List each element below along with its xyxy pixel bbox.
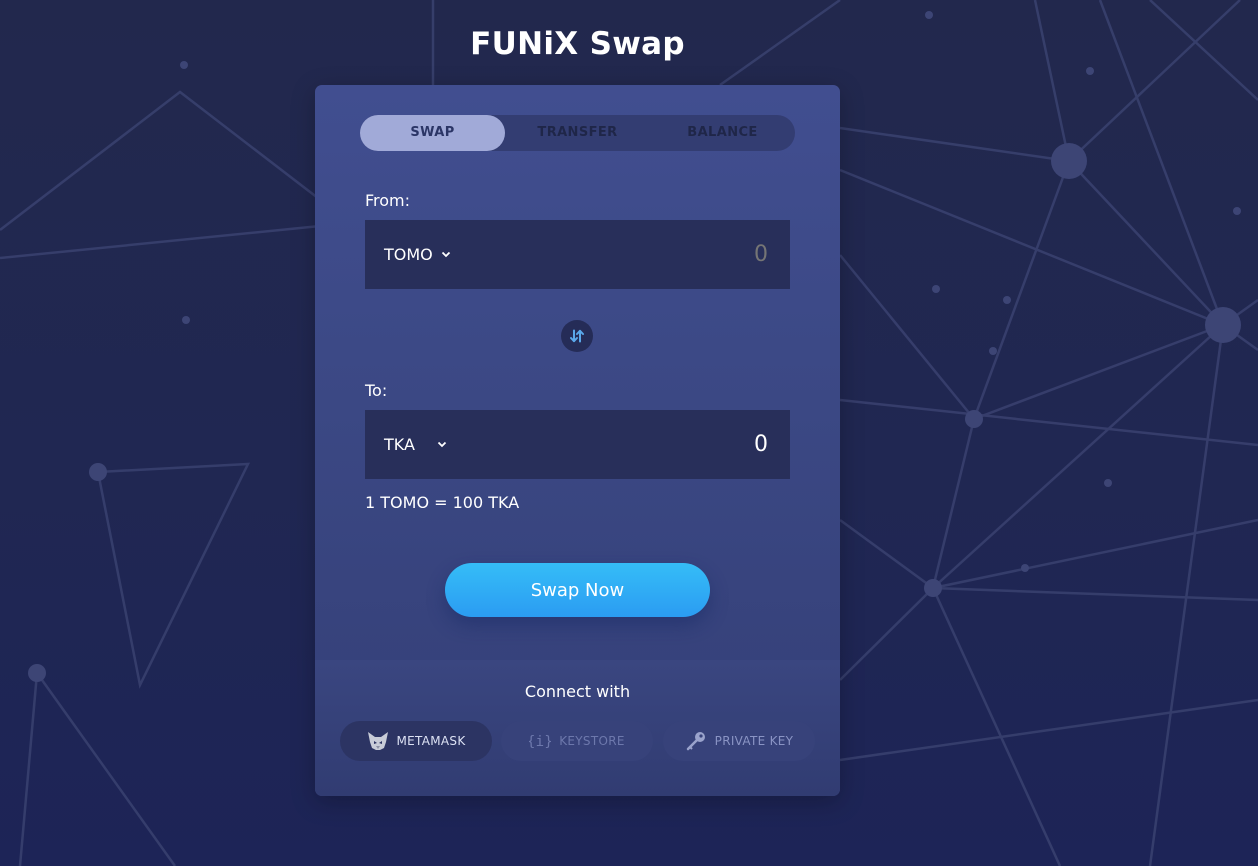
svg-text:{i}: {i}: [529, 734, 551, 750]
swap-now-button[interactable]: Swap Now: [445, 563, 710, 617]
tab-swap[interactable]: SWAP: [360, 115, 505, 151]
from-token-label: TOMO: [384, 245, 433, 264]
to-field: TKA: [365, 410, 790, 479]
connect-title: Connect with: [524, 682, 631, 701]
from-amount-input[interactable]: [566, 241, 770, 268]
key-icon: [685, 730, 707, 752]
fox-icon: [367, 731, 389, 751]
tab-bar: SWAP TRANSFER BALANCE: [360, 115, 795, 151]
tab-transfer[interactable]: TRANSFER: [505, 115, 650, 151]
chevron-down-icon: [441, 248, 451, 261]
metamask-label: METAMASK: [396, 734, 466, 748]
keystore-button[interactable]: {i} KEYSTORE: [501, 721, 653, 761]
swap-arrows-icon: [569, 328, 585, 344]
to-amount-output: [566, 431, 770, 458]
app-title: FUNiX Swap: [470, 26, 685, 62]
to-token-label: TKA: [384, 435, 415, 454]
metamask-button[interactable]: METAMASK: [340, 721, 492, 761]
switch-direction-button[interactable]: [561, 320, 593, 352]
to-label: To:: [365, 381, 388, 400]
swap-card: SWAP TRANSFER BALANCE From: TOMO To:: [315, 85, 840, 796]
connect-section: Connect with METAMASK {i} KEYSTORE: [315, 660, 840, 796]
from-label: From:: [365, 191, 411, 210]
keystore-icon: {i}: [529, 731, 551, 751]
to-token-select[interactable]: TKA: [384, 435, 447, 454]
keystore-label: KEYSTORE: [559, 734, 625, 748]
tab-balance[interactable]: BALANCE: [650, 115, 795, 151]
from-field: TOMO: [365, 220, 790, 289]
private-key-button[interactable]: PRIVATE KEY: [663, 721, 815, 761]
private-key-label: PRIVATE KEY: [714, 734, 794, 748]
from-token-select[interactable]: TOMO: [384, 245, 451, 264]
chevron-down-icon: [437, 438, 447, 451]
exchange-rate: 1 TOMO = 100 TKA: [365, 493, 520, 512]
